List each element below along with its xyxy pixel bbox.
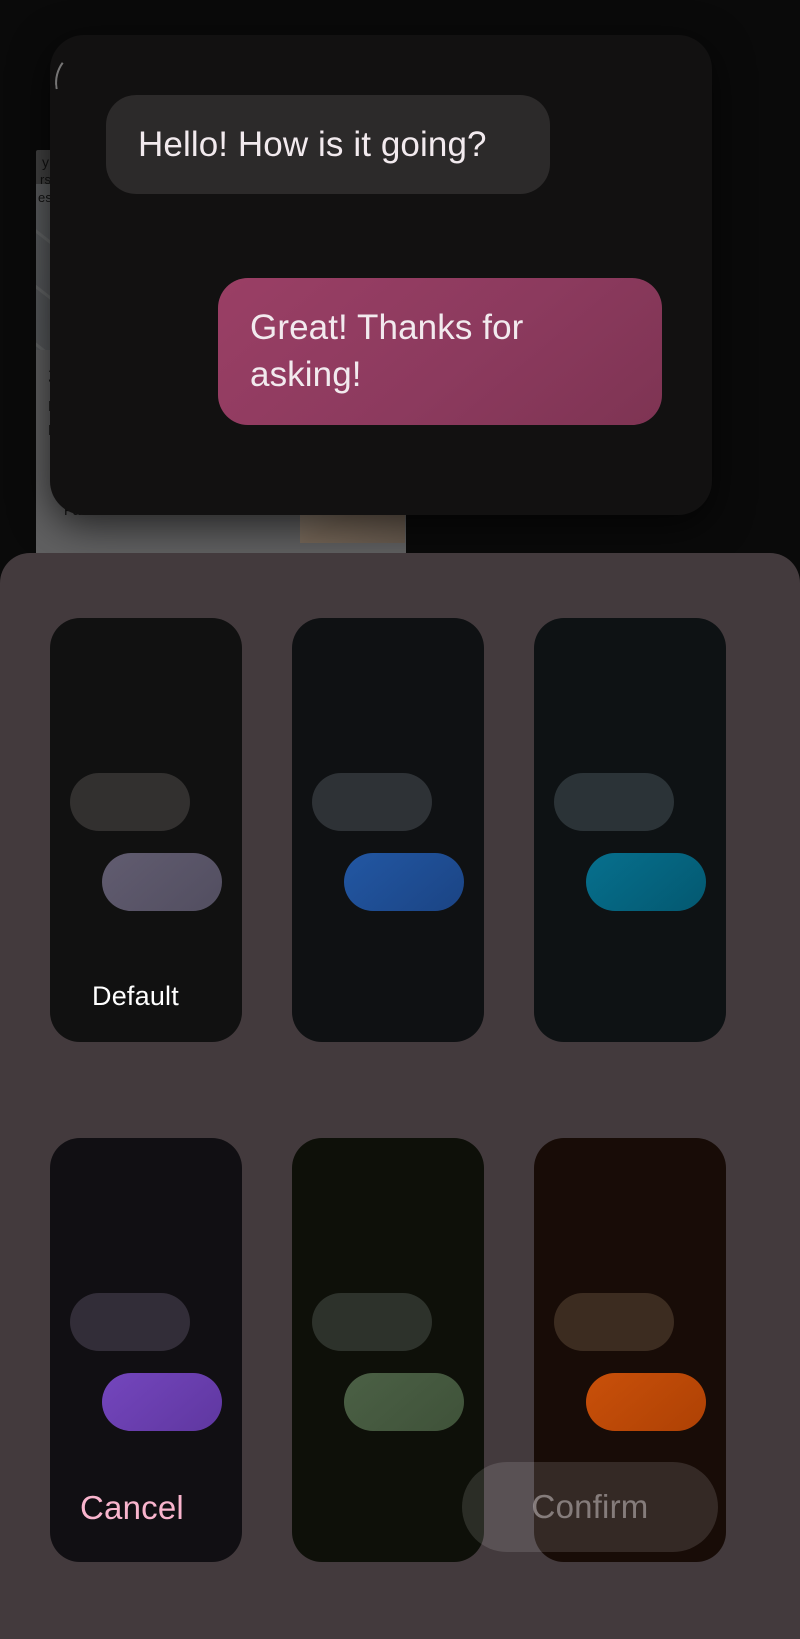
- theme-accent-swatch: [102, 853, 222, 911]
- cancel-button[interactable]: Cancel: [80, 1489, 184, 1527]
- theme-incoming-swatch: [70, 773, 190, 831]
- theme-accent-swatch: [344, 1373, 464, 1431]
- theme-accent-swatch: [586, 1373, 706, 1431]
- theme-picker-sheet: Default Cancel Confirm: [0, 553, 800, 1639]
- theme-option-label: Default: [92, 981, 179, 1011]
- theme-accent-swatch: [344, 853, 464, 911]
- theme-incoming-swatch: [312, 1293, 432, 1351]
- chat-preview-card: Hello! How is it going? Great! Thanks fo…: [50, 35, 712, 515]
- phone-screen: y Roo rs, Sho es & Fu 32 Kis Bu W 4.1 Fa…: [0, 0, 800, 1639]
- theme-grid: Default: [50, 618, 750, 1562]
- theme-option-default[interactable]: Default: [50, 618, 242, 1042]
- theme-incoming-swatch: [312, 773, 432, 831]
- theme-incoming-swatch: [554, 1293, 674, 1351]
- chat-bubble-sent: Great! Thanks for asking!: [218, 278, 662, 425]
- theme-option-teal[interactable]: [534, 618, 726, 1042]
- confirm-button[interactable]: Confirm: [462, 1462, 718, 1552]
- theme-option-blue[interactable]: [292, 618, 484, 1042]
- theme-incoming-swatch: [554, 773, 674, 831]
- theme-accent-swatch: [586, 853, 706, 911]
- chat-bubble-received: Hello! How is it going?: [106, 95, 550, 195]
- dialog-action-row: Cancel Confirm: [0, 1429, 800, 1639]
- theme-incoming-swatch: [70, 1293, 190, 1351]
- theme-accent-swatch: [102, 1373, 222, 1431]
